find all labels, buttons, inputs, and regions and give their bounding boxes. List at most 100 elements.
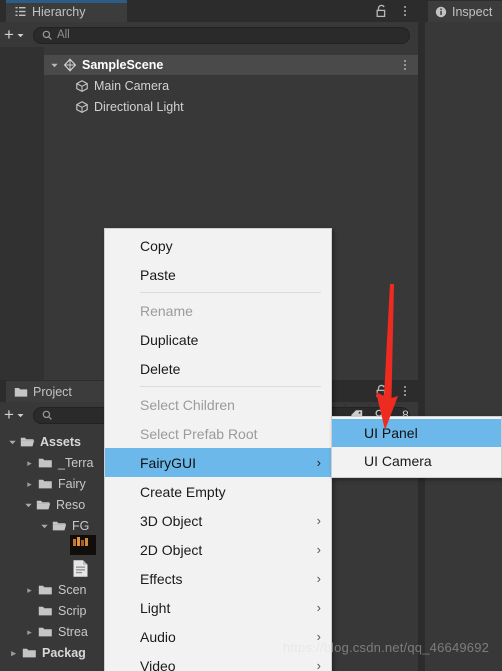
chevron-right-icon[interactable]: ▸ <box>24 458 35 469</box>
inspector-panel: Inspect <box>425 0 502 671</box>
context-menu[interactable]: Copy Paste Rename Duplicate Delete Selec… <box>104 228 332 671</box>
tab-project-label: Project <box>33 384 72 399</box>
chevron-down-icon[interactable] <box>24 501 33 510</box>
submenu-chevron-right-icon: › <box>316 571 321 586</box>
menu-item-label: 2D Object <box>140 541 203 558</box>
hierarchy-row-main-camera[interactable]: Main Camera <box>0 76 418 96</box>
chevron-right-icon[interactable]: ▸ <box>24 479 35 490</box>
submenu-item-label: UI Panel <box>364 425 418 441</box>
gameobject-cube-icon <box>75 100 89 114</box>
menu-item-create-empty[interactable]: Create Empty <box>105 477 331 506</box>
tab-hierarchy[interactable]: Hierarchy <box>6 0 127 22</box>
submenu-item-ui-panel[interactable]: UI Panel <box>332 419 501 447</box>
chevron-right-icon[interactable]: ▸ <box>8 648 19 659</box>
text-asset-icon <box>72 559 89 578</box>
folder-open-icon <box>52 520 67 532</box>
menu-item-label: Create Empty <box>140 483 226 500</box>
folder-icon <box>38 626 53 638</box>
submenu-chevron-right-icon: › <box>316 658 321 671</box>
menu-item-duplicate[interactable]: Duplicate <box>105 325 331 354</box>
menu-item-2d-object[interactable]: 2D Object › <box>105 535 331 564</box>
project-row-label: Scen <box>58 583 87 597</box>
menu-item-delete[interactable]: Delete <box>105 354 331 383</box>
folder-icon <box>38 478 53 490</box>
menu-item-paste[interactable]: Paste <box>105 260 331 289</box>
hierarchy-icon <box>14 5 27 18</box>
menu-item-label: Effects <box>140 570 183 587</box>
hierarchy-indent-gutter <box>0 47 44 380</box>
hierarchy-search-input[interactable]: All <box>32 26 410 44</box>
texture-asset-icon <box>70 535 96 555</box>
add-icon: + <box>4 405 14 424</box>
chevron-down-icon[interactable] <box>40 522 49 531</box>
project-row-label: Reso <box>56 498 86 512</box>
project-row-label: Strea <box>58 625 88 639</box>
unity-editor-window: Hierarchy + All SampleScene Main Camera … <box>0 0 502 671</box>
menu-separator <box>140 386 321 387</box>
folder-icon <box>22 647 37 659</box>
chevron-down-icon[interactable] <box>50 61 59 70</box>
hierarchy-row-label: Directional Light <box>94 100 184 114</box>
submenu-item-label: UI Camera <box>364 453 432 469</box>
folder-icon <box>38 605 53 617</box>
hierarchy-add-button[interactable]: + <box>0 25 29 44</box>
menu-item-select-children: Select Children <box>105 390 331 419</box>
menu-item-label: Audio <box>140 628 176 645</box>
hierarchy-kebab-menu-icon[interactable] <box>404 6 406 16</box>
menu-item-label: Rename <box>140 302 193 319</box>
menu-separator <box>140 292 321 293</box>
menu-item-3d-object[interactable]: 3D Object › <box>105 506 331 535</box>
menu-item-label: Select Children <box>140 396 235 413</box>
menu-item-rename: Rename <box>105 296 331 325</box>
add-icon: + <box>4 25 14 44</box>
menu-item-label: Copy <box>140 237 173 254</box>
folder-icon <box>14 386 28 398</box>
active-tab-indicator <box>6 0 127 3</box>
chevron-down-icon <box>16 31 25 40</box>
hierarchy-row-samplescene[interactable]: SampleScene <box>0 55 418 75</box>
menu-item-label: FairyGUI <box>140 454 196 471</box>
hierarchy-row-label: SampleScene <box>82 58 164 72</box>
hierarchy-search-placeholder: All <box>56 29 70 41</box>
hierarchy-row-directional-light[interactable]: Directional Light <box>0 97 418 117</box>
chevron-right-icon[interactable]: ▸ <box>24 627 35 638</box>
menu-item-label: 3D Object <box>140 512 203 529</box>
menu-item-light[interactable]: Light › <box>105 593 331 622</box>
search-icon <box>42 30 53 41</box>
project-row-label: Scrip <box>58 604 87 618</box>
project-kebab-menu-icon[interactable] <box>404 386 406 396</box>
project-row-label: _Terra <box>58 456 94 470</box>
lock-icon[interactable] <box>375 4 388 18</box>
menu-item-label: Select Prefab Root <box>140 425 258 442</box>
project-add-button[interactable]: + <box>0 405 29 424</box>
tab-hierarchy-label: Hierarchy <box>32 4 86 19</box>
project-lock-icon[interactable] <box>375 384 388 398</box>
chevron-down-icon <box>16 411 25 420</box>
scene-kebab-menu-icon[interactable] <box>404 60 406 70</box>
folder-open-icon <box>36 499 51 511</box>
project-row-label: Packag <box>42 646 86 660</box>
tab-project[interactable]: Project <box>6 381 106 402</box>
search-icon <box>42 410 53 421</box>
menu-item-label: Video <box>140 657 176 671</box>
menu-item-label: Paste <box>140 266 176 283</box>
tab-inspector[interactable]: Inspect <box>428 1 502 22</box>
submenu-chevron-right-icon: › <box>316 455 321 470</box>
submenu-item-ui-camera[interactable]: UI Camera <box>332 447 501 475</box>
submenu-chevron-right-icon: › <box>316 600 321 615</box>
menu-item-fairygui[interactable]: FairyGUI › <box>105 448 331 477</box>
menu-item-effects[interactable]: Effects › <box>105 564 331 593</box>
folder-open-icon <box>20 436 35 448</box>
project-row-label: Assets <box>40 435 81 449</box>
menu-item-select-prefab-root: Select Prefab Root <box>105 419 331 448</box>
scene-icon <box>63 58 77 72</box>
info-icon <box>435 6 447 18</box>
fairygui-submenu[interactable]: UI Panel UI Camera <box>331 416 502 478</box>
project-row-label: Fairy <box>58 477 86 491</box>
chevron-right-icon[interactable]: ▸ <box>24 585 35 596</box>
chevron-down-icon[interactable] <box>8 438 17 447</box>
folder-icon <box>38 457 53 469</box>
hierarchy-row-label: Main Camera <box>94 79 170 93</box>
folder-icon <box>38 584 53 596</box>
menu-item-copy[interactable]: Copy <box>105 231 331 260</box>
